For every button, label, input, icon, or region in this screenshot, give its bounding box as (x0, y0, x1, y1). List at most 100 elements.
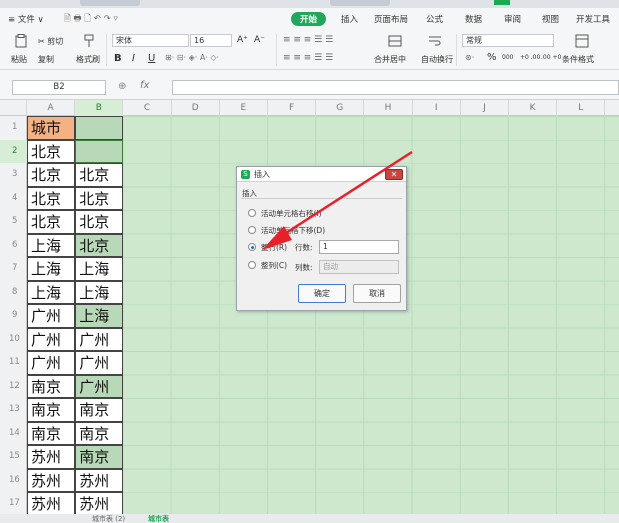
row-header[interactable]: 7 (0, 257, 27, 281)
row-header[interactable]: 6 (0, 234, 27, 258)
cell-b8[interactable]: 上海 (75, 280, 124, 304)
close-icon[interactable]: ✕ (385, 169, 403, 180)
cell-a17[interactable]: 苏州 (27, 492, 76, 516)
cell-a13[interactable]: 南京 (27, 398, 76, 422)
radio-option-4[interactable] (248, 261, 256, 269)
cancel-button[interactable]: 取消 (353, 284, 401, 303)
tab-developer[interactable]: 开发工具 (576, 13, 610, 25)
row-header[interactable]: 2 (0, 139, 27, 163)
align-left-icon[interactable]: ≡ ≡ ≡ ☰ ☰ (283, 53, 333, 63)
row-header[interactable]: 1 (0, 116, 27, 140)
font-size-select[interactable]: 16 (190, 34, 232, 47)
column-header-a[interactable]: A (27, 100, 76, 116)
row-header[interactable]: 8 (0, 281, 27, 305)
column-header-c[interactable]: C (123, 100, 172, 116)
font-shrink-button[interactable]: A⁻ (254, 35, 265, 45)
cell-a6[interactable]: 上海 (27, 233, 76, 257)
italic-button[interactable]: I (132, 53, 135, 64)
row-header[interactable]: 15 (0, 445, 27, 469)
row-header[interactable]: 16 (0, 469, 27, 493)
copy-button[interactable]: 复制 (38, 54, 54, 65)
radio-option-1[interactable] (248, 209, 256, 217)
conditional-format-icon[interactable] (575, 34, 589, 48)
column-header-d[interactable]: D (172, 100, 220, 116)
format-painter-button[interactable]: 格式刷 (76, 54, 100, 65)
zoom-icon[interactable]: ⊕ (118, 81, 126, 92)
row-header[interactable]: 9 (0, 304, 27, 328)
cell-b11[interactable]: 广州 (75, 351, 124, 375)
tab-view[interactable]: 视图 (542, 13, 559, 25)
cell-b2[interactable] (75, 139, 124, 163)
decrease-decimal-button[interactable]: .00 +0 (541, 54, 561, 61)
ok-button[interactable]: 确定 (298, 284, 346, 303)
row-header[interactable]: 5 (0, 210, 27, 234)
increase-decimal-button[interactable]: +0 .00 (520, 54, 540, 61)
row-header[interactable]: 14 (0, 422, 27, 446)
cell-b14[interactable]: 南京 (75, 421, 124, 445)
row-header[interactable]: 17 (0, 492, 27, 516)
font-name-select[interactable]: 宋体 (112, 34, 189, 47)
select-all-corner[interactable] (0, 100, 27, 116)
column-header-l[interactable]: L (557, 100, 606, 116)
cell-a9[interactable]: 广州 (27, 304, 76, 328)
column-header-e[interactable]: E (220, 100, 268, 116)
cell-a14[interactable]: 南京 (27, 421, 76, 445)
column-header-j[interactable]: J (461, 100, 509, 116)
wrap-text-icon[interactable] (428, 34, 442, 48)
cell-b4[interactable]: 北京 (75, 186, 124, 210)
cell-b9[interactable]: 上海 (75, 304, 124, 328)
column-header-h[interactable]: H (364, 100, 413, 116)
cell-a10[interactable]: 广州 (27, 327, 76, 351)
cell-b1[interactable] (75, 116, 124, 140)
border-icon[interactable]: ⊞· ⊟· ◈· A· ◇· (165, 53, 219, 62)
tab-data[interactable]: 数据 (465, 13, 482, 25)
conditional-format-button[interactable]: 条件格式 (562, 54, 594, 65)
cell-b15[interactable]: 南京 (75, 445, 124, 469)
cell-a4[interactable]: 北京 (27, 186, 76, 210)
tab-insert[interactable]: 插入 (341, 13, 358, 25)
cell-b3[interactable]: 北京 (75, 163, 124, 187)
cell-a1[interactable]: 城市 (27, 116, 76, 140)
cell-b16[interactable]: 苏州 (75, 468, 124, 492)
tab-page-layout[interactable]: 页面布局 (374, 13, 408, 25)
column-header-f[interactable]: F (268, 100, 317, 116)
column-header-i[interactable]: I (413, 100, 461, 116)
underline-button[interactable]: U (148, 53, 155, 64)
cell-a11[interactable]: 广州 (27, 351, 76, 375)
format-painter-icon[interactable] (82, 34, 96, 48)
fx-icon[interactable]: fx (140, 80, 149, 91)
cell-b5[interactable]: 北京 (75, 210, 124, 234)
tab-formulas[interactable]: 公式 (426, 13, 443, 25)
formula-input[interactable] (172, 80, 619, 95)
quick-access-icons[interactable]: 🗎 🖶 🗋 ↶ ↷ ▿ (64, 13, 118, 27)
cell-a2[interactable]: 北京 (27, 139, 76, 163)
row-header[interactable]: 13 (0, 398, 27, 422)
column-header-b[interactable]: B (75, 100, 124, 116)
tab-review[interactable]: 审阅 (504, 13, 521, 25)
sheet-tab-active[interactable]: 城市表 (148, 514, 169, 523)
cell-a3[interactable]: 北京 (27, 163, 76, 187)
cut-button[interactable]: ✂ 剪切 (38, 36, 63, 47)
number-format-select[interactable]: 常规 (462, 34, 554, 47)
row-header[interactable]: 3 (0, 163, 27, 187)
thousand-separator-button[interactable]: 000 (502, 54, 513, 61)
cell-b12[interactable]: 广州 (75, 374, 124, 398)
percent-button[interactable]: % (487, 52, 497, 63)
wrap-text-button[interactable]: 自动换行 (421, 54, 453, 65)
cell-b10[interactable]: 广州 (75, 327, 124, 351)
doc-tab[interactable] (330, 0, 390, 6)
merge-center-button[interactable]: 合并居中 (374, 54, 406, 65)
font-grow-button[interactable]: A⁺ (237, 35, 248, 45)
cell-a15[interactable]: 苏州 (27, 445, 76, 469)
cell-b6[interactable]: 北京 (75, 233, 124, 257)
row-header[interactable]: 11 (0, 351, 27, 375)
cell-b13[interactable]: 南京 (75, 398, 124, 422)
col-count-input[interactable]: 自动 (319, 260, 399, 274)
row-header[interactable]: 12 (0, 375, 27, 399)
cell-a8[interactable]: 上海 (27, 280, 76, 304)
row-header[interactable]: 4 (0, 187, 27, 211)
paste-button[interactable]: 粘贴 (11, 54, 27, 65)
row-count-input[interactable]: 1 (319, 240, 399, 254)
currency-icon[interactable]: ⊛· (465, 53, 474, 62)
tab-home[interactable]: 开始 (291, 12, 327, 26)
